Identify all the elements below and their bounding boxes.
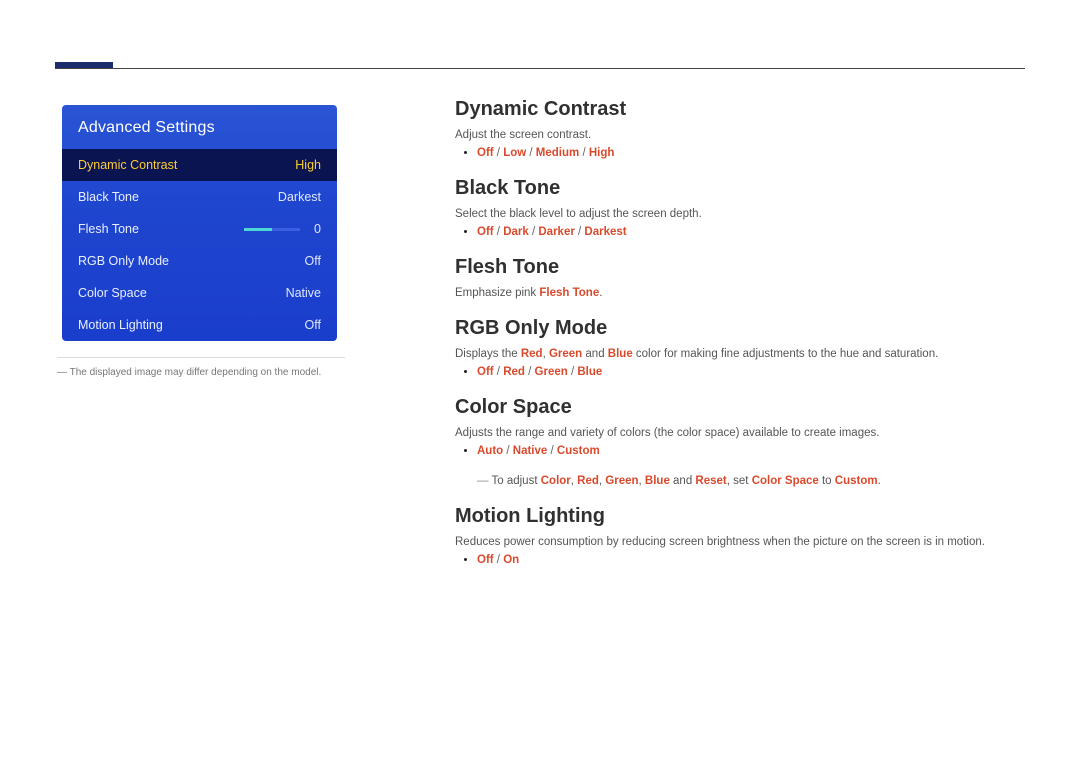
options-rgb-only-mode: Off / Red / Green / Blue bbox=[455, 366, 1024, 378]
options-line: Off / Low / Medium / High bbox=[477, 147, 1024, 159]
note-text: ― The displayed image may differ dependi… bbox=[57, 367, 357, 378]
word-red: Red bbox=[521, 348, 543, 360]
opt: Dark bbox=[503, 226, 529, 238]
section-rgb-only-mode: RGB Only Mode Displays the Red, Green an… bbox=[455, 317, 1024, 378]
note-dash: ― bbox=[57, 367, 67, 378]
opt: On bbox=[503, 554, 519, 566]
heading-dynamic-contrast: Dynamic Contrast bbox=[455, 98, 1024, 121]
osd-item-value: 0 bbox=[314, 222, 321, 236]
opt: Darkest bbox=[584, 226, 626, 238]
desc-prefix: Emphasize pink bbox=[455, 287, 539, 299]
word-blue: Blue bbox=[608, 348, 633, 360]
osd-item-label: Flesh Tone bbox=[78, 222, 139, 236]
heading-flesh-tone: Flesh Tone bbox=[455, 256, 1024, 279]
options-color-space: Auto / Native / Custom bbox=[455, 445, 1024, 457]
section-color-space: Color Space Adjusts the range and variet… bbox=[455, 396, 1024, 487]
desc-suffix: . bbox=[599, 287, 602, 299]
opt: Green bbox=[535, 366, 568, 378]
osd-item-label: Black Tone bbox=[78, 190, 139, 204]
content-column: Dynamic Contrast Adjust the screen contr… bbox=[455, 98, 1024, 584]
opt: Off bbox=[477, 147, 494, 159]
osd-panel: Advanced Settings Dynamic Contrast High … bbox=[62, 105, 337, 341]
opt: Off bbox=[477, 366, 494, 378]
opt: Auto bbox=[477, 445, 503, 457]
options-motion-lighting: Off / On bbox=[455, 554, 1024, 566]
heading-motion-lighting: Motion Lighting bbox=[455, 505, 1024, 528]
osd-item-dynamic-contrast[interactable]: Dynamic Contrast High bbox=[62, 149, 337, 181]
heading-color-space: Color Space bbox=[455, 396, 1024, 419]
section-black-tone: Black Tone Select the black level to adj… bbox=[455, 177, 1024, 238]
desc-dynamic-contrast: Adjust the screen contrast. bbox=[455, 129, 1024, 141]
desc-rgb-only-mode: Displays the Red, Green and Blue color f… bbox=[455, 348, 1024, 360]
osd-item-label: RGB Only Mode bbox=[78, 254, 169, 268]
opt: Medium bbox=[536, 147, 579, 159]
options-line: Auto / Native / Custom bbox=[477, 445, 1024, 457]
options-line: Off / On bbox=[477, 554, 1024, 566]
note-body: The displayed image may differ depending… bbox=[70, 367, 322, 378]
osd-item-label: Color Space bbox=[78, 286, 147, 300]
slider-fill bbox=[244, 228, 272, 231]
osd-title: Advanced Settings bbox=[62, 105, 337, 149]
subnote-color-space: To adjust Color, Red, Green, Blue and Re… bbox=[455, 475, 1024, 487]
opt: Custom bbox=[557, 445, 600, 457]
subnote-line: To adjust Color, Red, Green, Blue and Re… bbox=[477, 475, 1024, 487]
note-rule bbox=[57, 357, 345, 358]
section-motion-lighting: Motion Lighting Reduces power consumptio… bbox=[455, 505, 1024, 566]
osd-item-color-space[interactable]: Color Space Native bbox=[62, 277, 337, 309]
opt: Native bbox=[513, 445, 548, 457]
opt: Low bbox=[503, 147, 526, 159]
osd-item-label: Dynamic Contrast bbox=[78, 158, 177, 172]
osd-item-label: Motion Lighting bbox=[78, 318, 163, 332]
osd-item-value: Off bbox=[305, 254, 321, 268]
desc-flesh-tone: Emphasize pink Flesh Tone. bbox=[455, 287, 1024, 299]
osd-item-value: Darkest bbox=[278, 190, 321, 204]
opt: Off bbox=[477, 554, 494, 566]
heading-black-tone: Black Tone bbox=[455, 177, 1024, 200]
osd-item-rgb-only-mode[interactable]: RGB Only Mode Off bbox=[62, 245, 337, 277]
slider-track[interactable] bbox=[244, 228, 300, 231]
opt: Blue bbox=[577, 366, 602, 378]
heading-rgb-only-mode: RGB Only Mode bbox=[455, 317, 1024, 340]
osd-item-value: High bbox=[295, 158, 321, 172]
osd-item-flesh-tone[interactable]: Flesh Tone 0 bbox=[62, 213, 337, 245]
opt: Red bbox=[503, 366, 525, 378]
desc-motion-lighting: Reduces power consumption by reducing sc… bbox=[455, 536, 1024, 548]
osd-item-value: Off bbox=[305, 318, 321, 332]
opt: Off bbox=[477, 226, 494, 238]
options-black-tone: Off / Dark / Darker / Darkest bbox=[455, 226, 1024, 238]
page: Advanced Settings Dynamic Contrast High … bbox=[0, 0, 1080, 763]
osd-item-value: Native bbox=[286, 286, 321, 300]
osd-item-motion-lighting[interactable]: Motion Lighting Off bbox=[62, 309, 337, 341]
osd-item-black-tone[interactable]: Black Tone Darkest bbox=[62, 181, 337, 213]
options-line: Off / Red / Green / Blue bbox=[477, 366, 1024, 378]
word-green: Green bbox=[549, 348, 582, 360]
desc-highlight: Flesh Tone bbox=[539, 287, 599, 299]
options-line: Off / Dark / Darker / Darkest bbox=[477, 226, 1024, 238]
section-dynamic-contrast: Dynamic Contrast Adjust the screen contr… bbox=[455, 98, 1024, 159]
desc-black-tone: Select the black level to adjust the scr… bbox=[455, 208, 1024, 220]
section-flesh-tone: Flesh Tone Emphasize pink Flesh Tone. bbox=[455, 256, 1024, 299]
desc-color-space: Adjusts the range and variety of colors … bbox=[455, 427, 1024, 439]
opt: Darker bbox=[538, 226, 574, 238]
options-dynamic-contrast: Off / Low / Medium / High bbox=[455, 147, 1024, 159]
header-rule bbox=[55, 68, 1025, 69]
opt: High bbox=[589, 147, 615, 159]
osd-item-value-group: 0 bbox=[244, 222, 321, 236]
